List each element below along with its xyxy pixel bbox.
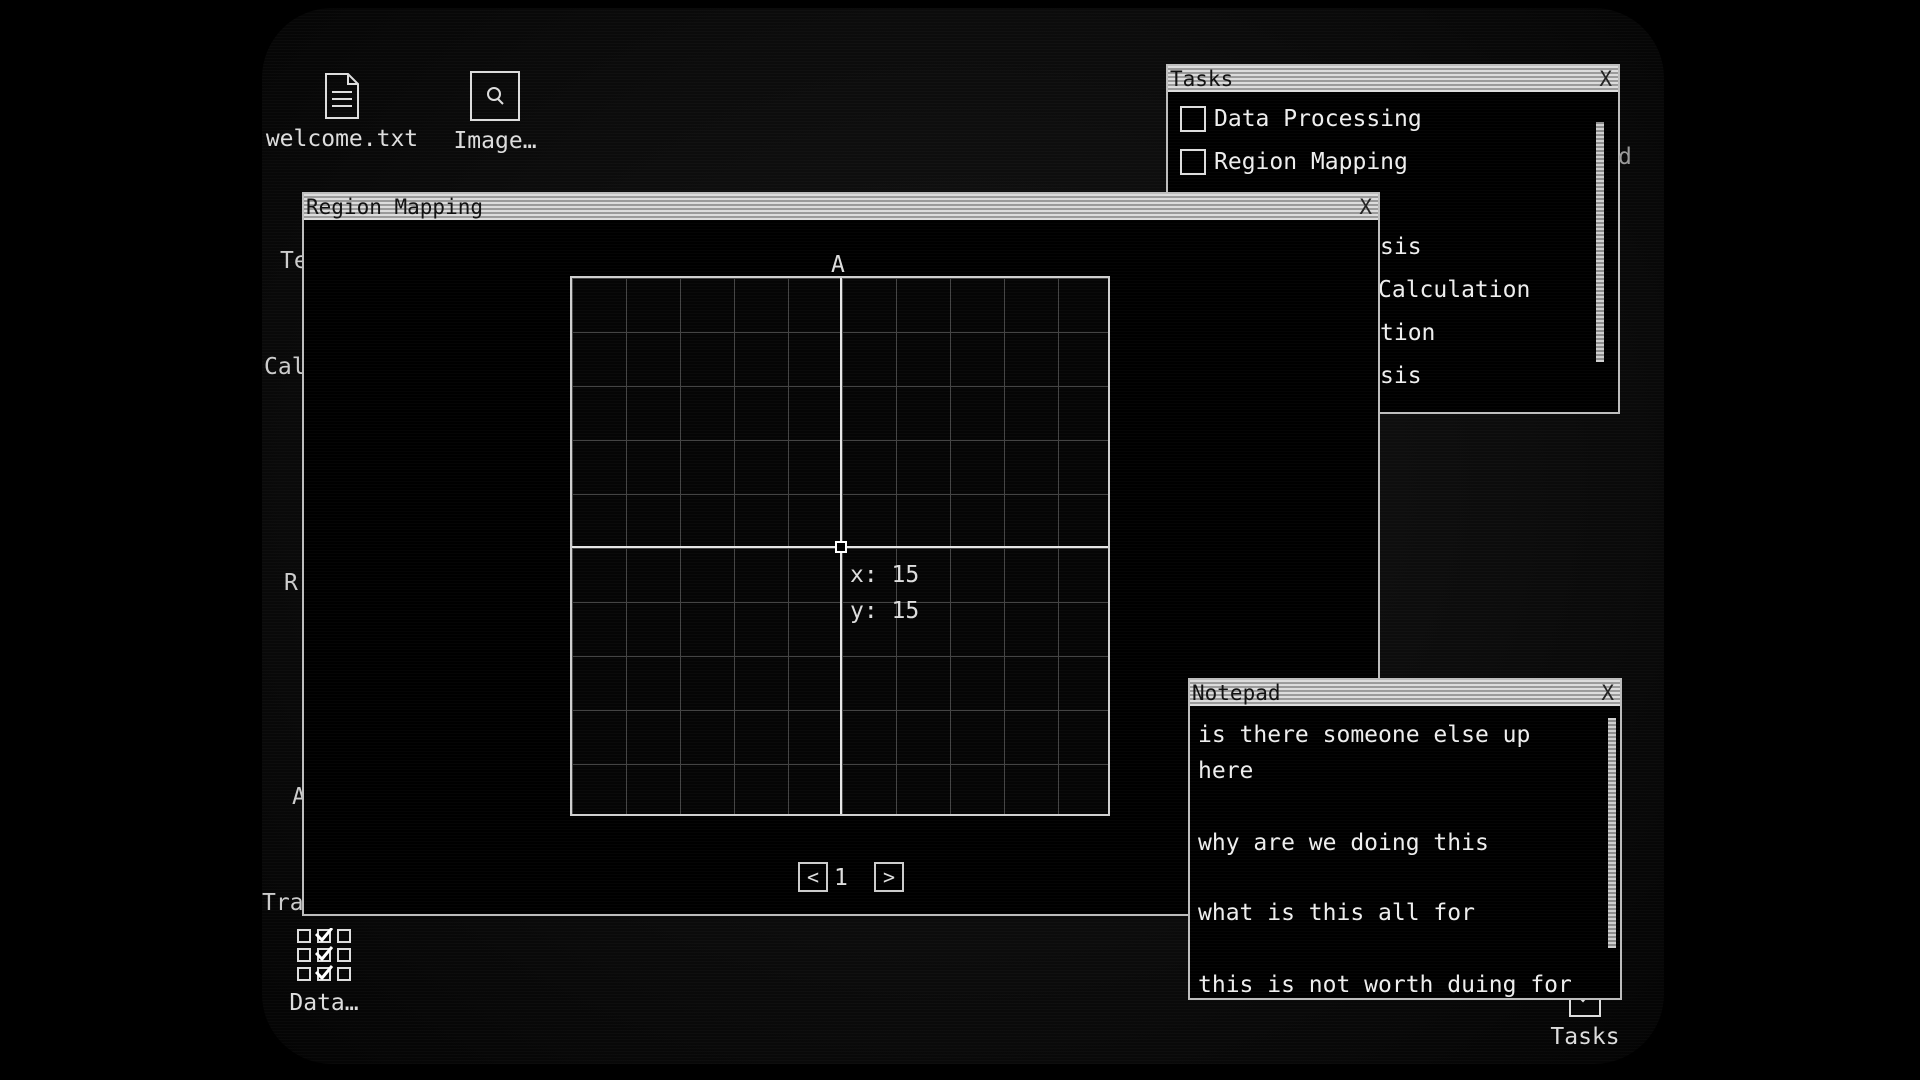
desktop-icon-welcome[interactable]: welcome.txt — [262, 72, 422, 152]
partial-label: Tra — [262, 890, 304, 916]
checkbox[interactable] — [1180, 149, 1206, 175]
close-button[interactable]: X — [1359, 194, 1372, 220]
task-item[interactable]: Calculation — [1378, 277, 1530, 303]
prev-page-button[interactable]: < — [798, 862, 828, 892]
desktop-icon-image[interactable]: Image… — [430, 70, 560, 154]
window-title: Notepad — [1192, 681, 1281, 705]
checklist-grid-icon — [297, 928, 351, 981]
window-title: Region Mapping — [306, 195, 484, 219]
scrollbar[interactable] — [1608, 718, 1616, 948]
partial-label: d — [1618, 144, 1632, 170]
checkbox[interactable] — [1180, 106, 1206, 132]
notepad-titlebar[interactable]: Notepad X — [1190, 680, 1620, 706]
task-label: Calculation — [1378, 277, 1531, 303]
task-label: tion — [1380, 320, 1436, 346]
task-label: sis — [1380, 234, 1422, 260]
coord-y-readout: y: 15 — [850, 598, 920, 624]
desktop-icon-label: Image… — [453, 128, 537, 154]
notepad-window[interactable]: Notepad X is there someone else up here … — [1188, 678, 1622, 1000]
coord-x-readout: x: 15 — [850, 562, 920, 588]
desktop-icon-label: welcome.txt — [265, 126, 419, 152]
task-item[interactable]: sis — [1380, 234, 1422, 260]
crt-screen: welcome.txt Image… Data… Tasks Te Cal R … — [262, 8, 1664, 1064]
task-label: Data Processing — [1214, 106, 1422, 132]
region-grid[interactable]: x: 15 y: 15 — [570, 276, 1110, 816]
image-viewer-icon — [470, 71, 520, 121]
scrollbar[interactable] — [1596, 122, 1604, 362]
close-button[interactable]: X — [1601, 680, 1614, 706]
note-line: this is not worth duing for — [1198, 972, 1572, 998]
note-line: is there someone else up — [1198, 722, 1531, 748]
position-cursor[interactable] — [835, 541, 847, 553]
note-line: what is this all for — [1198, 900, 1475, 926]
task-item[interactable]: tion — [1380, 320, 1435, 346]
desktop-icon-data[interactable]: Data… — [262, 928, 404, 1016]
region-mapping-titlebar[interactable]: Region Mapping X — [304, 194, 1378, 220]
task-item[interactable]: Region Mapping — [1180, 149, 1408, 175]
desktop-icon-label: Tasks — [1550, 1024, 1620, 1050]
task-item[interactable]: Data Processing — [1180, 106, 1422, 132]
close-button[interactable]: X — [1599, 66, 1612, 92]
grid-title: A — [831, 252, 845, 278]
note-line: here — [1198, 758, 1254, 784]
page-number: 1 — [834, 865, 848, 891]
partial-label: R — [284, 570, 298, 596]
tasks-titlebar[interactable]: Tasks X — [1168, 66, 1618, 92]
task-label: sis — [1380, 363, 1422, 389]
task-item[interactable]: sis — [1380, 363, 1422, 389]
partial-label: Cal — [264, 354, 306, 380]
task-label: Region Mapping — [1214, 149, 1408, 175]
desktop-icon-label: Data… — [289, 990, 359, 1016]
next-page-button[interactable]: > — [874, 862, 904, 892]
window-title: Tasks — [1170, 67, 1234, 91]
document-icon — [325, 73, 359, 119]
note-line: why are we doing this — [1198, 830, 1489, 856]
